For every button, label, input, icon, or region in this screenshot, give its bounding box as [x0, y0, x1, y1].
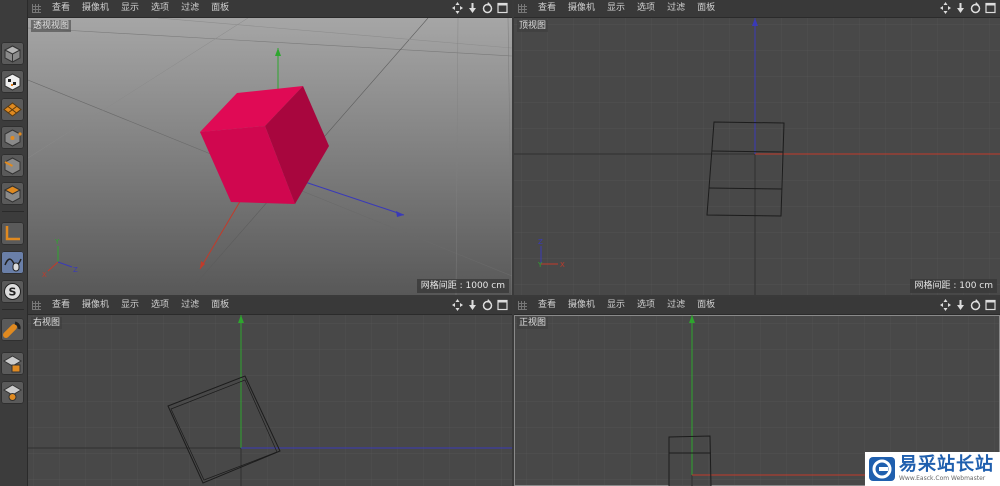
rotate-view-icon[interactable]: [482, 2, 493, 14]
left-toolbar: S: [0, 0, 28, 486]
axis-mode-icon[interactable]: [1, 222, 24, 245]
menu-panel[interactable]: 面板: [205, 0, 235, 17]
menu-display[interactable]: 显示: [601, 0, 631, 17]
menu-camera[interactable]: 摄像机: [562, 297, 601, 314]
axis-x-label: X: [42, 271, 47, 279]
menu-filter[interactable]: 过滤: [661, 297, 691, 314]
viewport-label-front: 正视图: [517, 317, 549, 329]
maximize-view-icon[interactable]: [985, 299, 996, 311]
menu-camera[interactable]: 摄像机: [562, 0, 601, 17]
perspective-menubar: 查看 摄像机 显示 选项 过滤 面板: [28, 0, 512, 18]
rotate-view-icon[interactable]: [970, 299, 981, 311]
menu-view[interactable]: 查看: [46, 0, 76, 17]
move-view-icon[interactable]: [452, 2, 463, 14]
menu-panel[interactable]: 面板: [691, 297, 721, 314]
right-menubar: 查看 摄像机 显示 选项 过滤 面板: [28, 297, 512, 315]
front-menubar: 查看 摄像机 显示 选项 过滤 面板: [514, 297, 1000, 315]
menu-display[interactable]: 显示: [601, 297, 631, 314]
menu-camera[interactable]: 摄像机: [76, 297, 115, 314]
menu-filter[interactable]: 过滤: [175, 297, 205, 314]
perspective-viewport[interactable]: 查看 摄像机 显示 选项 过滤 面板 Y X Z 透视视图 网格间距: 100…: [28, 0, 512, 295]
perspective-canvas[interactable]: Y X Z: [28, 18, 512, 295]
axis-x-label: X: [560, 261, 565, 269]
move-view-icon[interactable]: [940, 299, 951, 311]
texture-mode-icon[interactable]: [1, 70, 24, 93]
polygons-mode-icon[interactable]: [1, 182, 24, 205]
menu-panel[interactable]: 面板: [691, 0, 721, 17]
top-viewport[interactable]: 查看 摄像机 显示 选项 过滤 面板 Z X Y 顶视图 网格间距: 100 …: [514, 0, 1000, 295]
menu-display[interactable]: 显示: [115, 0, 145, 17]
grid-spacing-top: 网格间距 : 100 cm: [910, 279, 997, 293]
maximize-view-icon[interactable]: [497, 2, 508, 14]
right-canvas[interactable]: [28, 315, 512, 486]
drag-grip-icon[interactable]: [518, 4, 527, 13]
move-view-icon[interactable]: [452, 299, 463, 311]
watermark-title: 易采站长站: [899, 454, 994, 475]
viewport-label-perspective: 透视视图: [31, 20, 72, 32]
menu-options[interactable]: 选项: [145, 297, 175, 314]
menu-options[interactable]: 选项: [631, 0, 661, 17]
lock-workplane-icon[interactable]: [1, 352, 24, 375]
drag-grip-icon[interactable]: [32, 4, 41, 13]
zoom-view-icon[interactable]: [467, 299, 478, 311]
tweak-mode-icon[interactable]: [1, 251, 24, 274]
menu-panel[interactable]: 面板: [205, 297, 235, 314]
snap-icon[interactable]: S: [1, 280, 24, 303]
axis-z-label: Z: [538, 238, 543, 246]
zoom-view-icon[interactable]: [955, 299, 966, 311]
move-view-icon[interactable]: [940, 2, 951, 14]
menu-filter[interactable]: 过滤: [175, 0, 205, 17]
rotate-view-icon[interactable]: [970, 2, 981, 14]
drag-grip-icon[interactable]: [518, 301, 527, 310]
axis-y-label: Y: [537, 261, 543, 269]
menu-view[interactable]: 查看: [532, 0, 562, 17]
rotate-view-icon[interactable]: [482, 299, 493, 311]
menu-options[interactable]: 选项: [145, 0, 175, 17]
site-watermark: 易采站长站 Www.Easck.Com Webmaster: [865, 452, 1000, 486]
edges-mode-icon[interactable]: [1, 154, 24, 177]
top-menubar: 查看 摄像机 显示 选项 过滤 面板: [514, 0, 1000, 18]
site-logo-icon: [869, 457, 895, 481]
menu-options[interactable]: 选项: [631, 297, 661, 314]
axis-z-label: Z: [73, 266, 78, 274]
model-mode-icon[interactable]: [1, 42, 24, 65]
menu-view[interactable]: 查看: [46, 297, 76, 314]
drag-grip-icon[interactable]: [32, 301, 41, 310]
maximize-view-icon[interactable]: [985, 2, 996, 14]
svg-text:S: S: [9, 286, 17, 299]
points-mode-icon[interactable]: [1, 126, 24, 149]
axis-y-label: Y: [54, 238, 60, 246]
viewport-label-top: 顶视图: [517, 20, 549, 32]
planar-workplane-icon[interactable]: [1, 381, 24, 404]
viewport-label-right: 右视图: [31, 317, 63, 329]
grid-spacing-perspective: 网格间距 : 1000 cm: [416, 279, 509, 293]
maximize-view-icon[interactable]: [497, 299, 508, 311]
zoom-view-icon[interactable]: [955, 2, 966, 14]
menu-display[interactable]: 显示: [115, 297, 145, 314]
menu-filter[interactable]: 过滤: [661, 0, 691, 17]
top-canvas[interactable]: Z X Y: [514, 18, 1000, 295]
magnet-icon[interactable]: [1, 318, 24, 341]
watermark-subtitle: Www.Easck.Com Webmaster: [899, 475, 986, 482]
zoom-view-icon[interactable]: [467, 2, 478, 14]
menu-camera[interactable]: 摄像机: [76, 0, 115, 17]
workplane-mode-icon[interactable]: [1, 98, 24, 121]
menu-view[interactable]: 查看: [532, 297, 562, 314]
right-viewport[interactable]: 查看 摄像机 显示 选项 过滤 面板 右视图: [28, 297, 512, 486]
